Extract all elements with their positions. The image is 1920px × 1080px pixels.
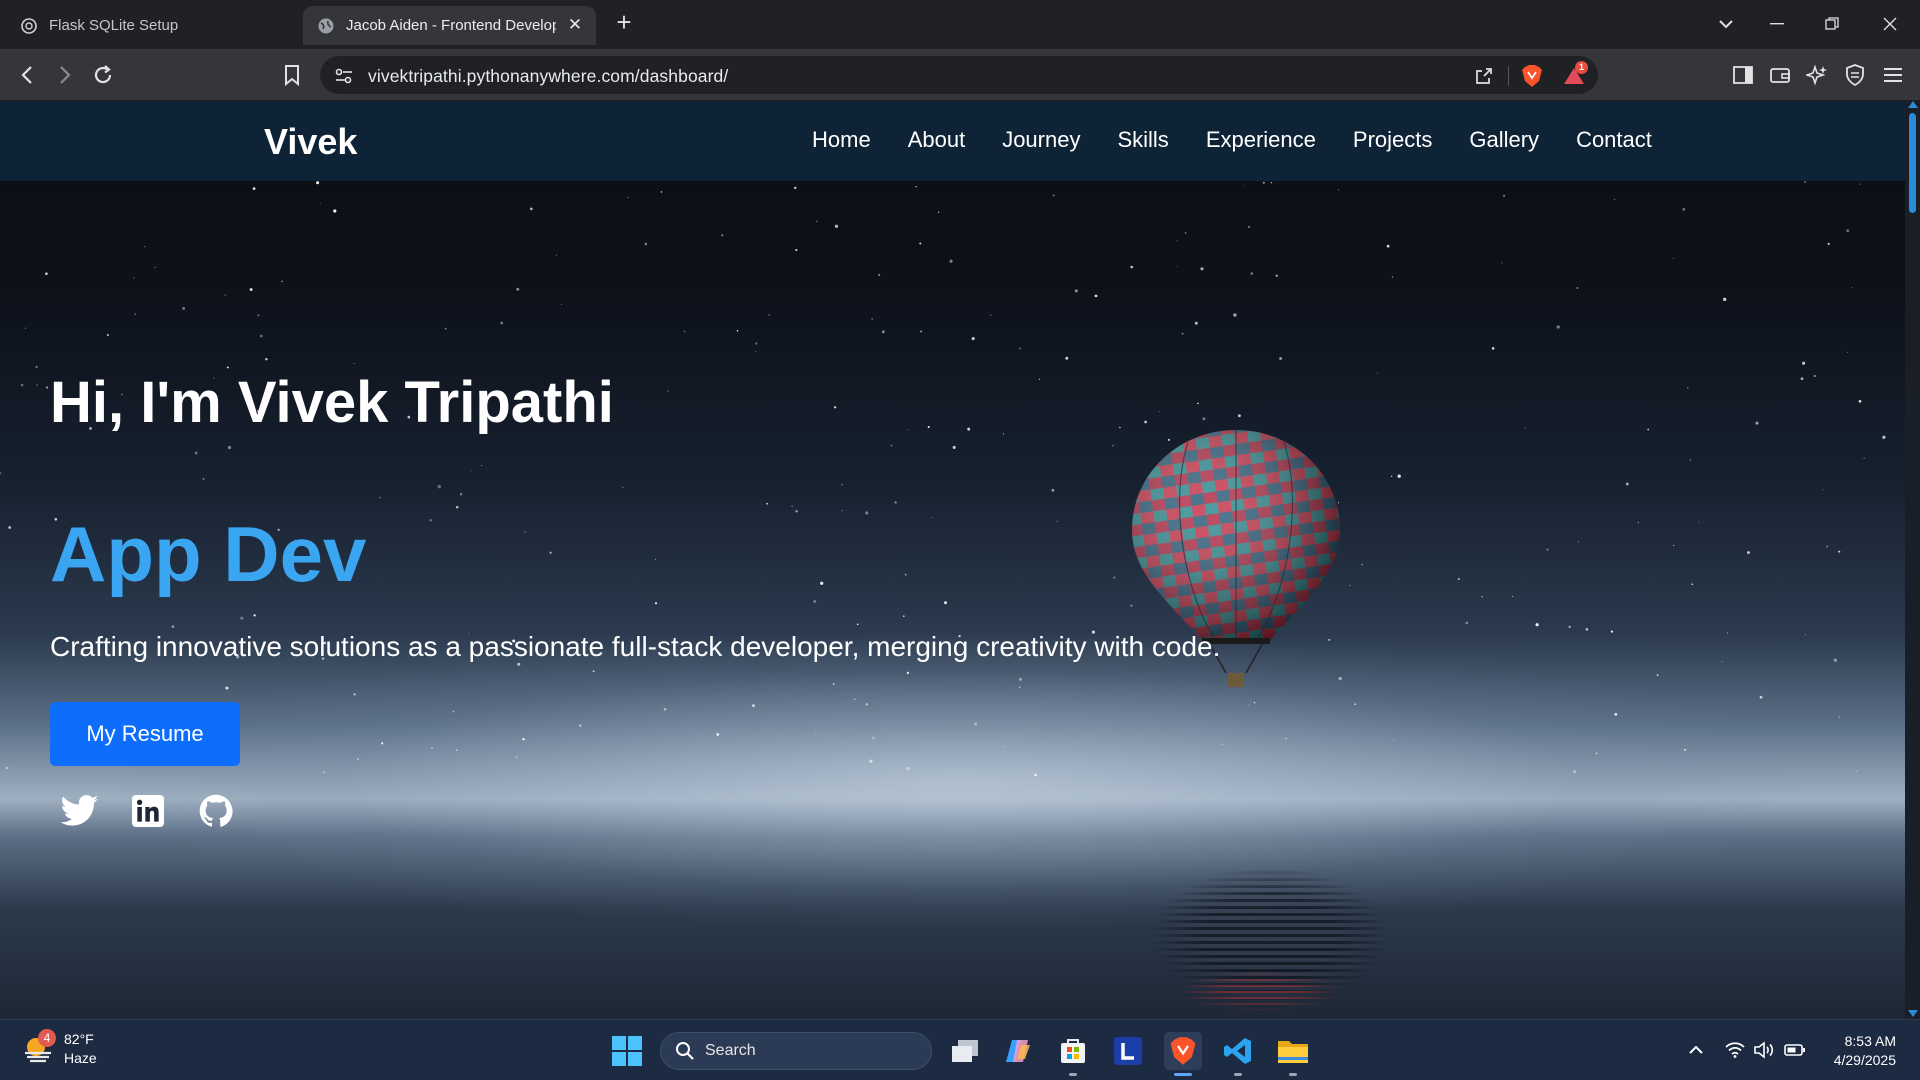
volume-icon[interactable] <box>1752 1038 1776 1062</box>
haze-weather-icon: 4 <box>22 1029 56 1065</box>
globe-icon <box>317 17 335 35</box>
vscode-icon[interactable] <box>1219 1032 1257 1076</box>
running-indicator <box>1069 1073 1077 1076</box>
weather-badge: 4 <box>38 1029 56 1047</box>
nav-about[interactable]: About <box>908 127 966 153</box>
nav-skills[interactable]: Skills <box>1117 127 1168 153</box>
copilot-icon[interactable] <box>999 1032 1037 1070</box>
browser-toolbar: vivektripathi.pythonanywhere.com/dashboa… <box>0 49 1920 101</box>
site-brand[interactable]: Vivek <box>264 121 357 163</box>
clock-time: 8:53 AM <box>1844 1033 1896 1049</box>
weather-widget[interactable]: 4 82°F Haze <box>22 1029 97 1068</box>
page-scrollbar[interactable] <box>1905 101 1920 1019</box>
search-icon <box>676 1042 694 1060</box>
forward-button[interactable] <box>52 62 78 88</box>
weather-temp: 82°F <box>64 1031 94 1047</box>
brave-rewards-icon[interactable]: 1 <box>1562 61 1588 88</box>
wifi-icon[interactable] <box>1723 1038 1747 1062</box>
hero-role: App Dev <box>50 510 367 598</box>
url-text: vivektripathi.pythonanywhere.com/dashboa… <box>368 66 729 86</box>
brave-browser-icon[interactable] <box>1164 1032 1202 1076</box>
nav-home[interactable]: Home <box>812 127 871 153</box>
github-icon[interactable] <box>196 791 236 831</box>
scroll-up-arrow[interactable] <box>1908 101 1918 108</box>
scroll-thumb[interactable] <box>1909 113 1916 213</box>
restore-button[interactable] <box>1818 10 1846 38</box>
scroll-down-arrow[interactable] <box>1908 1010 1918 1017</box>
divider <box>1508 66 1509 86</box>
search-label: Search <box>705 1042 756 1059</box>
nav-contact[interactable]: Contact <box>1576 127 1652 153</box>
tab-title: Flask SQLite Setup <box>49 17 179 34</box>
menu-icon[interactable] <box>1880 62 1906 88</box>
wallet-icon[interactable] <box>1767 62 1793 88</box>
openai-icon <box>20 17 38 35</box>
tab-search-chevron-icon[interactable] <box>1712 10 1740 38</box>
site-navbar: Vivek Home About Journey Skills Experien… <box>0 101 1905 181</box>
reload-button[interactable] <box>90 62 116 88</box>
hero-greeting: Hi, I'm Vivek Tripathi <box>50 370 614 435</box>
task-view-icon[interactable] <box>946 1032 984 1070</box>
web-page: Vivek Home About Journey Skills Experien… <box>0 101 1920 1019</box>
show-hidden-icons-chevron[interactable] <box>1684 1038 1708 1062</box>
l-app-icon[interactable] <box>1109 1032 1147 1070</box>
windows-taskbar: 4 82°F Haze Search 8:53 AM 4/29/2025 <box>0 1019 1920 1080</box>
microsoft-store-icon[interactable] <box>1054 1032 1092 1076</box>
sidebar-toggle-icon[interactable] <box>1730 62 1756 88</box>
taskbar-search[interactable]: Search <box>660 1032 932 1070</box>
balloon-reflection <box>1140 961 1380 1019</box>
active-indicator <box>1174 1073 1192 1076</box>
minimize-button[interactable] <box>1763 10 1791 38</box>
rewards-badge: 1 <box>1575 61 1588 74</box>
back-button[interactable] <box>14 62 40 88</box>
weather-condition: Haze <box>64 1050 97 1066</box>
nav-experience[interactable]: Experience <box>1206 127 1316 153</box>
nav-links: Home About Journey Skills Experience Pro… <box>812 127 1689 153</box>
close-tab-icon[interactable]: ✕ <box>566 16 584 34</box>
site-settings-icon[interactable] <box>332 64 356 88</box>
file-explorer-icon[interactable] <box>1274 1032 1312 1076</box>
hero-tagline: Crafting innovative solutions as a passi… <box>50 631 1221 662</box>
nav-projects[interactable]: Projects <box>1353 127 1432 153</box>
share-icon[interactable] <box>1472 64 1496 88</box>
resume-button[interactable]: My Resume <box>50 702 240 766</box>
running-indicator <box>1289 1073 1297 1076</box>
social-links <box>60 791 264 831</box>
clock-date: 4/29/2025 <box>1833 1052 1896 1068</box>
running-indicator <box>1234 1073 1242 1076</box>
browser-tab-strip: Flask SQLite Setup Jacob Aiden - Fronten… <box>0 0 1920 49</box>
starfield-background <box>0 181 1886 781</box>
nav-journey[interactable]: Journey <box>1002 127 1080 153</box>
linkedin-icon[interactable] <box>128 791 168 831</box>
close-window-button[interactable] <box>1876 10 1904 38</box>
tab-title: Jacob Aiden - Frontend Developer <box>346 17 556 34</box>
tab-flask-sqlite[interactable]: Flask SQLite Setup <box>6 6 296 45</box>
tab-jacob-aiden[interactable]: Jacob Aiden - Frontend Developer ✕ <box>303 6 596 45</box>
battery-icon[interactable] <box>1783 1038 1807 1062</box>
nav-gallery[interactable]: Gallery <box>1469 127 1539 153</box>
windows-start-icon[interactable] <box>612 1036 642 1066</box>
address-bar[interactable]: vivektripathi.pythonanywhere.com/dashboa… <box>320 56 1598 94</box>
brave-shields-icon[interactable] <box>1520 64 1544 88</box>
bookmark-icon[interactable] <box>279 62 305 88</box>
new-tab-button[interactable]: + <box>612 9 636 35</box>
system-clock[interactable]: 8:53 AM 4/29/2025 <box>1834 1032 1896 1070</box>
leo-ai-icon[interactable] <box>1804 62 1830 88</box>
vpn-shield-icon[interactable] <box>1842 62 1868 88</box>
twitter-icon[interactable] <box>60 791 100 831</box>
